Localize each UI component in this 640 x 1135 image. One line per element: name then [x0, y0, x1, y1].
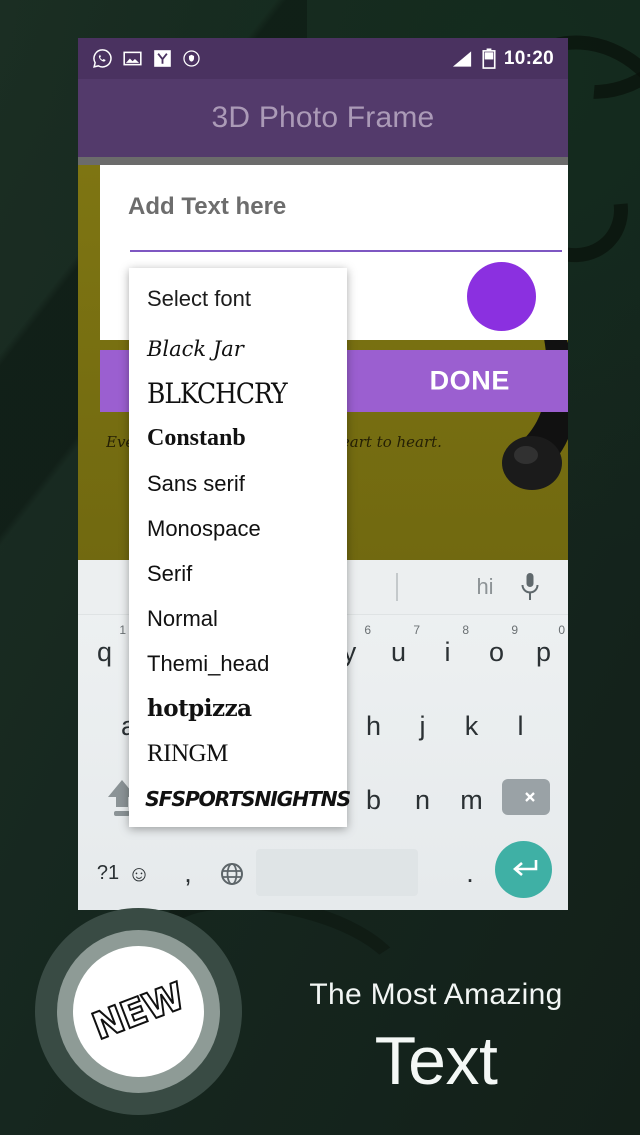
new-badge-core: NEW [73, 946, 204, 1077]
key-n[interactable]: n [398, 763, 447, 837]
suggestion-divider [396, 573, 398, 601]
done-button[interactable]: DONE [430, 366, 510, 397]
input-underline [130, 250, 562, 252]
font-option-monospace[interactable]: Monospace [129, 506, 347, 551]
comma-key[interactable]: , [166, 837, 210, 910]
key-k[interactable]: k [447, 689, 496, 763]
key-label: q [96, 636, 113, 667]
enter-icon[interactable] [495, 841, 552, 898]
key-label: o [488, 636, 505, 667]
status-clock: 10:20 [503, 48, 554, 69]
font-option-serif[interactable]: Serif [129, 551, 347, 596]
key-o[interactable]: o9 [472, 615, 521, 689]
color-swatch-button[interactable] [467, 262, 536, 331]
emoji-icon[interactable]: ☺ [124, 837, 154, 910]
shield-icon [183, 50, 200, 67]
key-i[interactable]: i8 [423, 615, 472, 689]
space-key[interactable] [256, 849, 418, 896]
font-option-themi-head[interactable]: Themi_head [129, 641, 347, 686]
font-option-hotpizza[interactable]: hotpizza [129, 686, 347, 731]
key-number: 9 [511, 623, 518, 637]
key-b[interactable]: b [349, 763, 398, 837]
status-notification-icons [92, 48, 201, 69]
key-u[interactable]: u7 [374, 615, 423, 689]
text-input-row [128, 193, 550, 251]
phone-screenshot: 10:20 3D Photo Frame Every keystroke spe… [78, 38, 568, 910]
new-badge: NEW [35, 908, 242, 1115]
key-label: p [535, 636, 552, 667]
font-option-sfsportsnightns[interactable]: SFSPORTSNIGHTNS [127, 776, 351, 821]
key-h[interactable]: h [349, 689, 398, 763]
photo-icon [123, 51, 142, 66]
backspace-icon[interactable] [502, 779, 550, 815]
new-badge-label: NEW [86, 974, 191, 1050]
key-label: i [444, 636, 451, 667]
editor-area: Every keystroke speaks from heart to hea… [78, 165, 568, 910]
microphone-icon[interactable] [518, 572, 542, 603]
font-option-blkchcry[interactable]: BLKCHCRY [129, 368, 347, 418]
app-bar: 3D Photo Frame [78, 79, 568, 157]
font-dialog-title: Select font [147, 286, 251, 311]
key-number: 8 [462, 623, 469, 637]
status-system-icons: 10:20 [451, 48, 554, 69]
battery-icon [482, 48, 496, 69]
font-option-black-jar[interactable]: Black Jar [129, 326, 347, 371]
whatsapp-icon [93, 49, 112, 68]
keyboard-row-bottom: ?1 ☺ , . [78, 837, 568, 910]
key-q[interactable]: q1 [80, 615, 129, 689]
font-option-ringm[interactable]: RINGM [129, 731, 347, 776]
status-bar: 10:20 [78, 38, 568, 79]
period-key[interactable]: . [448, 837, 492, 910]
font-option-normal[interactable]: Normal [129, 596, 347, 641]
key-number: 0 [558, 623, 565, 637]
font-option-constanb[interactable]: Constanb [129, 416, 347, 461]
photo-handset-shape [502, 317, 568, 490]
key-number: 7 [413, 623, 420, 637]
promo-headline: The Most Amazing [309, 978, 563, 1011]
key-m[interactable]: m [447, 763, 496, 837]
app-title: 3D Photo Frame [211, 101, 435, 134]
text-input[interactable] [128, 193, 550, 221]
font-picker-dialog: Select font Black Jar BLKCHCRY Constanb … [127, 268, 351, 827]
globe-icon[interactable] [210, 837, 254, 910]
new-badge-ring: NEW [57, 930, 220, 1093]
promo-subheadline: Text [374, 1023, 498, 1099]
key-l[interactable]: l [496, 689, 545, 763]
key-number: 6 [364, 623, 371, 637]
yandex-icon [154, 50, 171, 67]
app-bar-shadow [78, 157, 568, 165]
key-label: u [390, 636, 407, 667]
key-number: 1 [119, 623, 126, 637]
key-j[interactable]: j [398, 689, 447, 763]
font-option-sans-serif[interactable]: Sans serif [129, 461, 347, 506]
signal-icon [452, 50, 472, 67]
key-p[interactable]: p0 [519, 615, 568, 689]
